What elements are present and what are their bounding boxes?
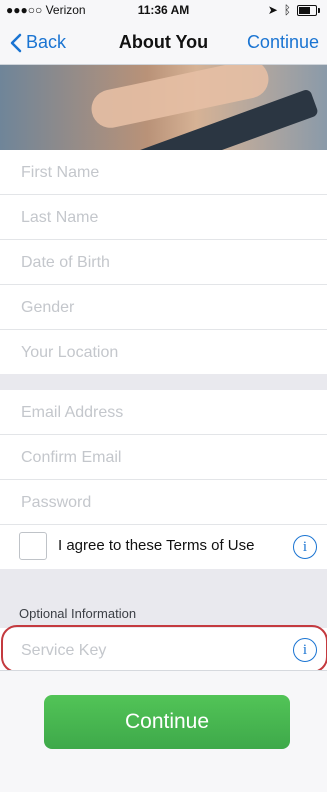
optional-section-label: Optional Information	[19, 606, 137, 621]
terms-row: I agree to these Terms of Use i	[0, 525, 327, 569]
confirm-email-row	[0, 435, 327, 480]
nav-continue-button[interactable]: Continue	[247, 32, 319, 53]
terms-label: I agree to these Terms of Use	[58, 537, 255, 554]
service-key-info-icon[interactable]: i	[293, 638, 317, 662]
back-button[interactable]: Back	[10, 32, 66, 53]
password-row	[0, 480, 327, 525]
dob-row	[0, 240, 327, 285]
first-name-field[interactable]	[19, 158, 317, 188]
email-field[interactable]	[19, 398, 317, 428]
chevron-left-icon	[10, 33, 22, 52]
status-icons: ➤ ᛒ	[267, 3, 320, 17]
location-field[interactable]	[19, 338, 317, 368]
back-label: Back	[26, 32, 67, 52]
status-bar: ●●●○○ Verizon 11:36 AM ➤ ᛒ	[0, 0, 327, 20]
service-key-row: i	[0, 628, 327, 673]
personal-info-section	[0, 150, 327, 374]
first-name-row	[0, 150, 327, 195]
terms-checkbox[interactable]	[19, 532, 47, 560]
bluetooth-icon: ᛒ	[283, 3, 291, 17]
hero-image	[0, 65, 327, 150]
password-field[interactable]	[19, 488, 317, 518]
account-section: I agree to these Terms of Use i	[0, 390, 327, 569]
last-name-row	[0, 195, 327, 240]
confirm-email-field[interactable]	[19, 443, 317, 473]
battery-icon	[297, 4, 320, 16]
terms-info-icon[interactable]: i	[293, 535, 317, 559]
email-row	[0, 390, 327, 435]
gender-field[interactable]	[19, 293, 317, 323]
date-of-birth-field[interactable]	[19, 248, 317, 278]
location-icon: ➤	[267, 3, 278, 17]
navigation-bar: Back About You Continue	[0, 20, 327, 65]
continue-button[interactable]: Continue	[44, 695, 290, 749]
footer-bar: Continue	[0, 670, 327, 792]
gender-row	[0, 285, 327, 330]
optional-section-header: Optional Information	[0, 596, 327, 628]
location-row	[0, 330, 327, 374]
last-name-field[interactable]	[19, 203, 317, 233]
service-key-field[interactable]	[19, 636, 317, 666]
